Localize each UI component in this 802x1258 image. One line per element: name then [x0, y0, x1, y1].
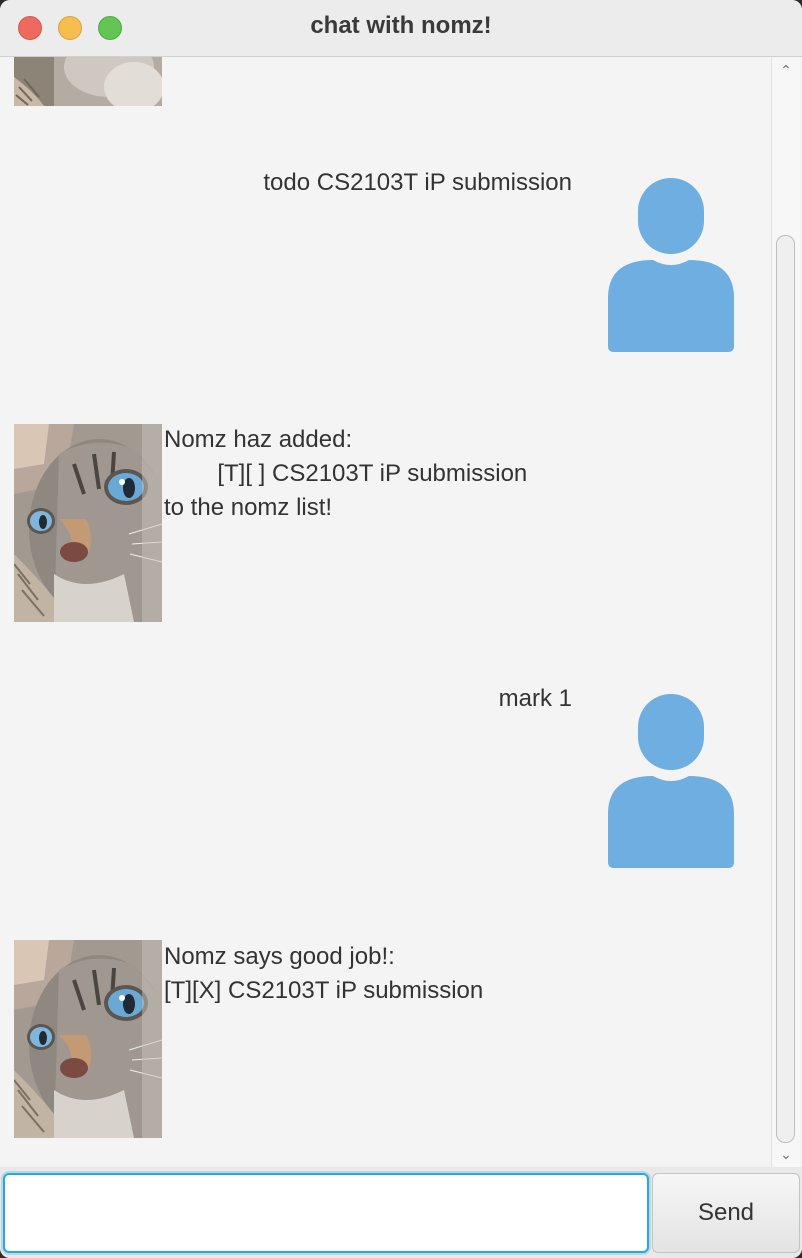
bot-message-line: to the nomz list!: [164, 494, 333, 521]
bot-message-line: Nomz haz added:: [164, 426, 353, 453]
chevron-up-icon[interactable]: ⌃: [772, 59, 800, 81]
scrollbar-thumb[interactable]: [776, 235, 795, 1143]
bot-avatar: [14, 940, 162, 1138]
chevron-down-icon[interactable]: ⌄: [772, 1143, 800, 1165]
user-message-text: todo CS2103T iP submission: [263, 169, 572, 196]
bot-message-line: Nomz says good job!:: [164, 943, 395, 970]
bot-avatar: [14, 424, 162, 622]
message-input[interactable]: [3, 1173, 649, 1253]
app-window: chat with nomz! todo CS2103T iP submissi…: [0, 0, 802, 1258]
vertical-scrollbar[interactable]: ⌃ ⌄: [771, 57, 800, 1167]
chat-scroll-pane[interactable]: todo CS2103T iP submission Nomz haz adde…: [0, 57, 802, 1167]
user-avatar-icon: [608, 694, 734, 868]
input-bar: Send: [0, 1167, 802, 1258]
title-bar: chat with nomz!: [0, 0, 802, 57]
user-avatar-icon: [608, 178, 734, 352]
bot-avatar: [14, 57, 162, 106]
send-button[interactable]: Send: [652, 1173, 800, 1253]
window-title: chat with nomz!: [310, 12, 492, 39]
bot-message-line: [T][X] CS2103T iP submission: [164, 977, 484, 1004]
bot-message-line: [T][ ] CS2103T iP submission: [164, 460, 528, 487]
user-message-text: mark 1: [498, 685, 572, 712]
